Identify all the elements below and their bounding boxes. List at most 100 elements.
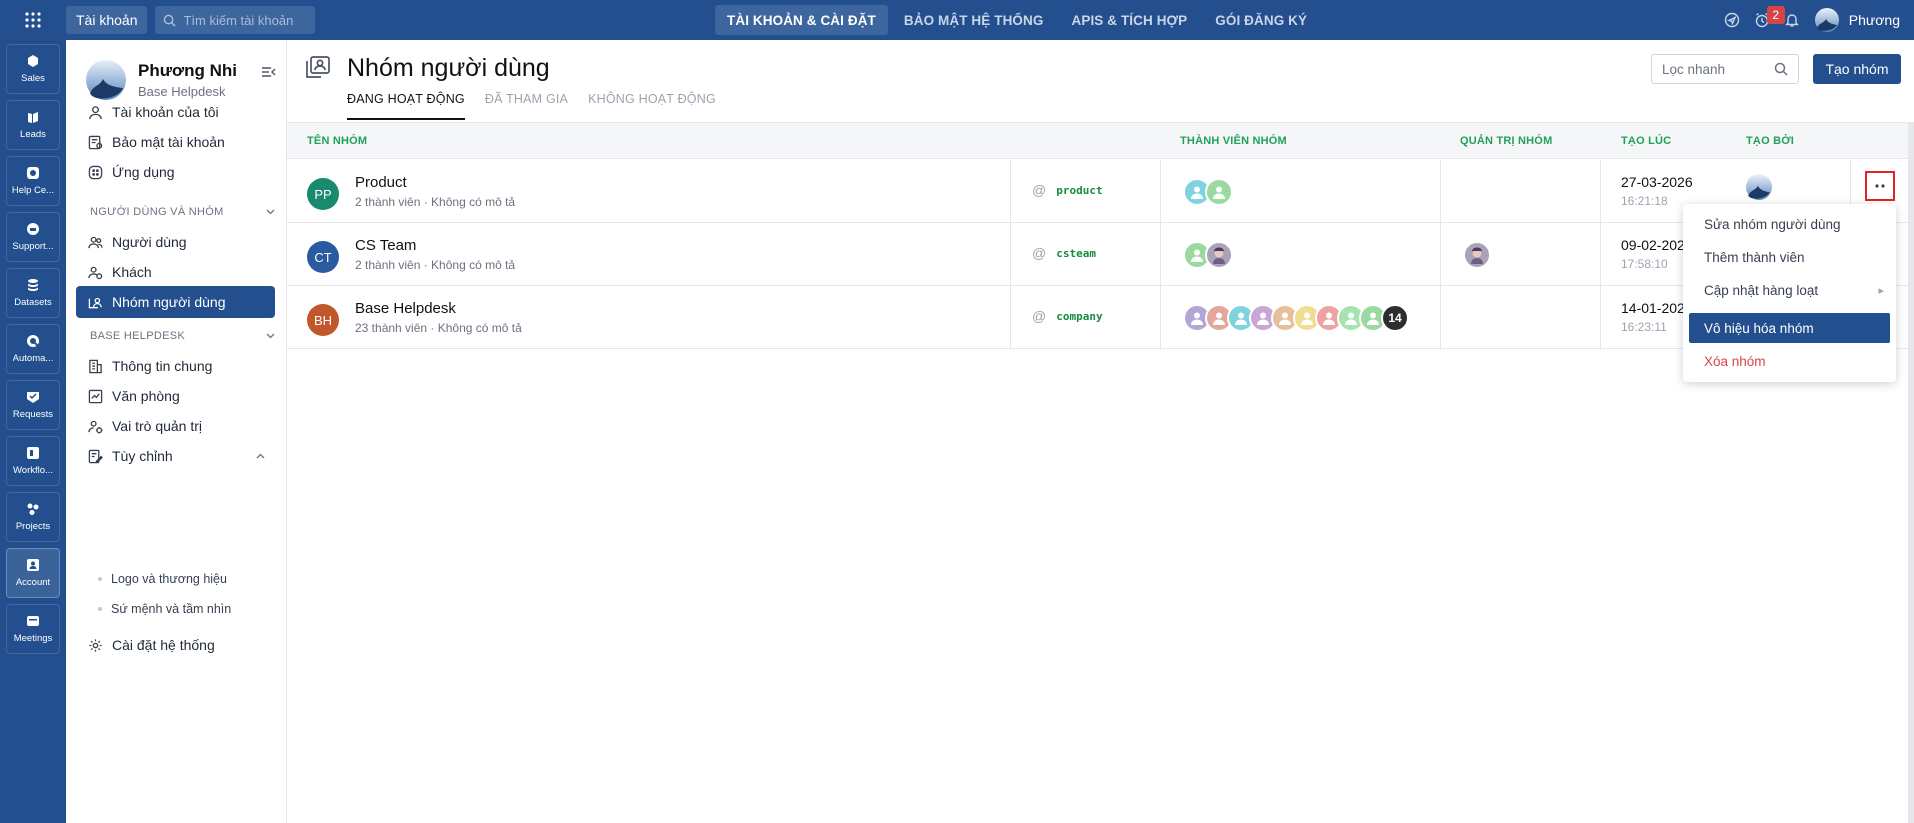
sidebar-item-offices[interactable]: Văn phòng: [76, 380, 275, 412]
sidebar-item-admin-roles[interactable]: Vai trò quản trị: [76, 410, 275, 442]
sidebar-item-general-info[interactable]: Thông tin chung: [76, 350, 275, 382]
user-name: Phương: [1848, 12, 1900, 28]
sidebar-item-account-security[interactable]: Bảo mật tài khoản: [76, 126, 275, 158]
rail-support[interactable]: Support...: [6, 212, 60, 262]
rail-projects[interactable]: Projects: [6, 492, 60, 542]
group-name[interactable]: CS Team: [355, 237, 416, 254]
admin-role-icon: [88, 420, 103, 434]
member-avatar: [1205, 241, 1233, 269]
sidebar-item-users[interactable]: Người dùng: [76, 226, 275, 258]
vertical-scrollbar[interactable]: [1908, 123, 1914, 823]
shield-list-icon: [88, 135, 103, 149]
account-search-input[interactable]: Tìm kiếm tài khoản: [155, 6, 316, 34]
rail-help-center[interactable]: Help Ce...: [6, 156, 60, 206]
rail-sales[interactable]: Sales: [6, 44, 60, 94]
chevron-down-icon: [266, 333, 275, 339]
menu-bulk-update[interactable]: Cập nhật hàng loạt ▸: [1689, 275, 1890, 305]
collapse-sidebar-icon[interactable]: [261, 66, 277, 78]
created-date: 27-03-2026: [1621, 174, 1693, 190]
office-icon: [88, 389, 103, 403]
profile-name: Phương Nhi: [138, 61, 237, 80]
automation-icon: [27, 335, 39, 347]
menu-delete-group[interactable]: Xóa nhóm: [1689, 346, 1890, 376]
tab-inactive[interactable]: KHÔNG HOẠT ĐỘNG: [588, 92, 716, 120]
apps-grid-icon[interactable]: [0, 0, 66, 40]
rail-requests[interactable]: Requests: [6, 380, 60, 430]
send-icon[interactable]: [1717, 0, 1747, 40]
section-base-helpdesk[interactable]: BASE HELPDESK: [90, 330, 275, 342]
sidebar-subitem-mission-vision[interactable]: Sứ mệnh và tầm nhìn: [98, 602, 231, 616]
section-users-groups[interactable]: NGƯỜI DÙNG VÀ NHÓM: [90, 206, 275, 218]
alarm-icon[interactable]: 2: [1747, 0, 1785, 40]
sidebar-item-guests[interactable]: Khách: [76, 256, 275, 288]
rail-datasets[interactable]: Datasets: [6, 268, 60, 318]
member-avatars[interactable]: [1183, 241, 1233, 269]
group-alias: @ product: [1032, 182, 1103, 198]
rail-leads[interactable]: Leads: [6, 100, 60, 150]
created-date: 14-01-202: [1621, 300, 1685, 316]
create-group-button[interactable]: Tạo nhóm: [1813, 54, 1901, 84]
workflow-icon: [27, 447, 39, 459]
user-menu[interactable]: Phương: [1807, 8, 1914, 32]
rail-automation[interactable]: Automa...: [6, 324, 60, 374]
menu-edit-group[interactable]: Sửa nhóm người dùng: [1689, 209, 1890, 239]
table-row[interactable]: CT CS Team 2 thành viên · Không có mô tả…: [287, 223, 1914, 286]
more-members-count[interactable]: 14: [1381, 304, 1409, 332]
group-alias: @ company: [1032, 308, 1103, 324]
sidebar-item-system-settings[interactable]: Cài đặt hệ thống: [76, 629, 275, 661]
bullet-dot: [98, 577, 102, 581]
group-avatar: PP: [307, 178, 339, 210]
created-time: 17:58:10: [1621, 257, 1668, 271]
col-members: THÀNH VIÊN NHÓM: [1180, 135, 1287, 147]
tab-active[interactable]: ĐANG HOẠT ĐỘNG: [347, 92, 465, 120]
leads-icon: [28, 112, 38, 123]
bell-icon[interactable]: [1777, 0, 1807, 40]
meetings-icon: [27, 616, 39, 626]
support-icon: [27, 223, 39, 235]
group-alias: @ csteam: [1032, 245, 1096, 261]
search-icon: [1774, 62, 1788, 76]
chevron-down-icon: [266, 209, 275, 215]
group-name[interactable]: Base Helpdesk: [355, 300, 456, 317]
col-created-by: TẠO BỞI: [1746, 135, 1795, 147]
chevron-right-icon: ▸: [1878, 284, 1884, 297]
nav-apis-integrations[interactable]: APIS & TÍCH HỢP: [1059, 5, 1199, 35]
app-rail: Sales Leads Help Ce... Support... Datase…: [0, 40, 66, 823]
table-row[interactable]: BH Base Helpdesk 23 thành viên · Không c…: [287, 286, 1914, 349]
table-header: TÊN NHÓM THÀNH VIÊN NHÓM QUẢN TRỊ NHÓM T…: [287, 123, 1914, 159]
sidebar-item-customize[interactable]: Tùy chỉnh: [76, 440, 275, 472]
member-avatar: [1205, 178, 1233, 206]
top-bar: Tài khoản Tìm kiếm tài khoản TÀI KHOẢN &…: [0, 0, 1914, 40]
account-switch-button[interactable]: Tài khoản: [66, 6, 148, 34]
table-row[interactable]: PP Product 2 thành viên · Không có mô tả…: [287, 160, 1914, 223]
rail-workflow[interactable]: Workflo...: [6, 436, 60, 486]
sidebar-item-user-groups[interactable]: Nhóm người dùng: [76, 286, 275, 318]
row-more-button[interactable]: [1865, 171, 1895, 201]
help-center-icon: [27, 167, 39, 179]
sidebar-item-my-account[interactable]: Tài khoản của tôi: [76, 96, 275, 128]
member-avatars[interactable]: [1183, 178, 1233, 206]
main-content: Nhóm người dùng ĐANG HOẠT ĐỘNG ĐÃ THAM G…: [287, 40, 1914, 823]
building-icon: [89, 359, 102, 373]
col-admins: QUẢN TRỊ NHÓM: [1460, 135, 1553, 147]
menu-deactivate-group[interactable]: Vô hiệu hóa nhóm: [1689, 313, 1890, 343]
more-dots-icon: [1875, 184, 1885, 188]
member-avatars[interactable]: 14: [1183, 304, 1409, 332]
group-meta: 2 thành viên · Không có mô tả: [355, 195, 516, 209]
created-time: 16:21:18: [1621, 194, 1668, 208]
row-context-menu: Sửa nhóm người dùng Thêm thành viên Cập …: [1683, 204, 1896, 382]
nav-account-settings[interactable]: TÀI KHOẢN & CÀI ĐẶT: [715, 5, 888, 35]
col-group-name: TÊN NHÓM: [307, 135, 368, 147]
search-placeholder: Tìm kiếm tài khoản: [183, 12, 294, 28]
rail-account[interactable]: Account: [6, 548, 60, 598]
group-name[interactable]: Product: [355, 174, 407, 191]
nav-subscription[interactable]: GÓI ĐĂNG KÝ: [1203, 5, 1319, 35]
quick-filter-input[interactable]: Lọc nhanh: [1651, 54, 1799, 84]
rail-meetings[interactable]: Meetings: [6, 604, 60, 654]
sidebar-subitem-logo-brand[interactable]: Logo và thương hiệu: [98, 572, 227, 586]
nav-system-security[interactable]: BẢO MẬT HỆ THỐNG: [892, 5, 1056, 35]
tab-joined[interactable]: ĐÃ THAM GIA: [485, 92, 568, 120]
sidebar-item-apps[interactable]: Ứng dụng: [76, 156, 275, 188]
menu-add-member[interactable]: Thêm thành viên: [1689, 242, 1890, 272]
page-title: Nhóm người dùng: [347, 54, 550, 82]
